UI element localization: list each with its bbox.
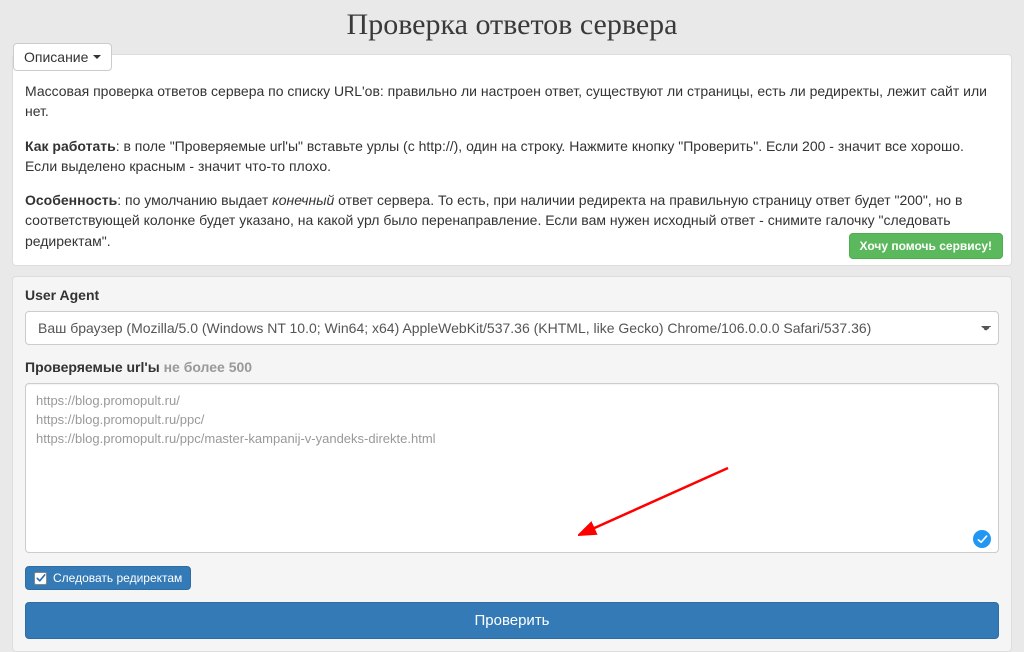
- user-agent-label: User Agent: [25, 287, 999, 303]
- urls-label: Проверяемые url'ы не более 500: [25, 359, 999, 375]
- check-circle-icon: [973, 530, 991, 548]
- follow-redirects-toggle[interactable]: Следовать редиректам: [25, 566, 191, 590]
- description-toggle-button[interactable]: Описание: [13, 43, 112, 71]
- checkbox-checked-icon: [34, 572, 47, 585]
- page-title: Проверка ответов сервера: [0, 0, 1024, 54]
- description-line-1: Массовая проверка ответов сервера по спи…: [25, 81, 999, 122]
- help-service-button[interactable]: Хочу помочь сервису!: [849, 233, 1003, 259]
- follow-redirects-label: Следовать редиректам: [53, 571, 182, 585]
- description-panel: Описание Массовая проверка ответов серве…: [12, 54, 1012, 266]
- user-agent-select[interactable]: Ваш браузер (Mozilla/5.0 (Windows NT 10.…: [25, 311, 999, 345]
- description-line-2: Как работать: в поле "Проверяемые url'ы"…: [25, 136, 999, 177]
- submit-button[interactable]: Проверить: [25, 602, 999, 639]
- urls-textarea[interactable]: [25, 383, 999, 553]
- caret-down-icon: [93, 55, 101, 59]
- description-toggle-label: Описание: [24, 49, 88, 65]
- form-panel: User Agent Ваш браузер (Mozilla/5.0 (Win…: [12, 276, 1012, 652]
